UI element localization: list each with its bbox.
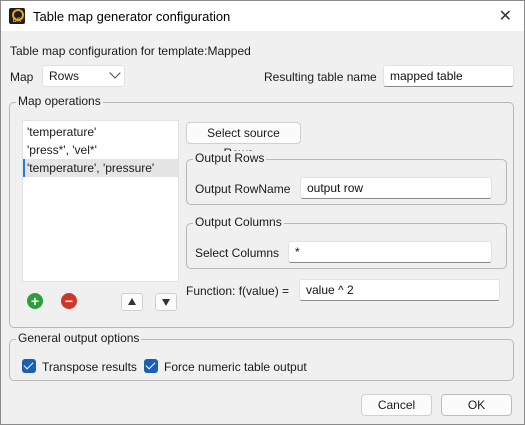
move-down-button[interactable] (155, 293, 177, 311)
chevron-down-icon (109, 67, 121, 79)
list-item[interactable]: 'temperature' (23, 123, 178, 141)
map-operations-group: Map operations 'temperature' 'press*', '… (9, 94, 514, 328)
close-icon[interactable]: ✕ (499, 6, 512, 26)
checkmark-icon (23, 359, 34, 370)
dialog-window: DR Table map generator configuration ✕ T… (0, 0, 525, 425)
resulting-table-label: Resulting table name (264, 70, 377, 84)
map-label: Map (10, 70, 34, 84)
force-numeric-label: Force numeric table output (164, 360, 307, 374)
config-label: Table map configuration for template:Map… (10, 44, 251, 58)
select-columns-label: Select Columns (195, 246, 280, 260)
app-icon-text: DR (12, 18, 22, 24)
output-rowname-label: Output RowName (195, 182, 291, 196)
general-output-options-group: General output options Transpose results… (9, 331, 514, 381)
checkmark-icon (145, 359, 156, 370)
force-numeric-checkbox[interactable] (144, 359, 158, 373)
select-source-rows-button[interactable]: Select source Rows... (186, 122, 301, 160)
list-item[interactable]: 'press*', 'vel*' (23, 141, 178, 159)
cancel-button[interactable]: Cancel (361, 394, 432, 416)
title-bar: DR Table map generator configuration ✕ (1, 1, 524, 31)
map-operations-group-label: Map operations (16, 94, 103, 108)
output-rows-group: Output Rows Output RowName output row (186, 151, 507, 205)
list-item[interactable]: 'temperature', 'pressure' (23, 159, 178, 177)
output-columns-group: Output Columns Select Columns * (186, 215, 507, 269)
map-combo[interactable]: Rows (42, 65, 125, 87)
operations-list[interactable]: 'temperature' 'press*', 'vel*' 'temperat… (22, 120, 179, 282)
move-up-button[interactable] (121, 293, 143, 311)
transpose-results-label: Transpose results (42, 360, 137, 374)
select-columns-input[interactable]: * (288, 241, 492, 263)
output-rowname-input[interactable]: output row (300, 177, 492, 199)
remove-icon[interactable]: − (61, 293, 77, 309)
output-rows-group-label: Output Rows (193, 151, 267, 165)
output-columns-group-label: Output Columns (193, 215, 284, 229)
function-label: Function: f(value) = (186, 284, 290, 298)
arrow-down-icon (162, 299, 170, 306)
window-title: Table map generator configuration (33, 9, 231, 24)
function-input[interactable]: value ^ 2 (299, 279, 500, 301)
ok-button[interactable]: OK (441, 394, 512, 416)
app-icon: DR (9, 8, 25, 24)
general-output-options-group-label: General output options (16, 331, 142, 345)
map-combo-value: Rows (49, 69, 80, 83)
arrow-up-icon (128, 298, 136, 305)
add-icon[interactable]: + (27, 293, 43, 309)
transpose-results-checkbox[interactable] (22, 359, 36, 373)
resulting-table-input[interactable]: mapped table (383, 65, 514, 87)
